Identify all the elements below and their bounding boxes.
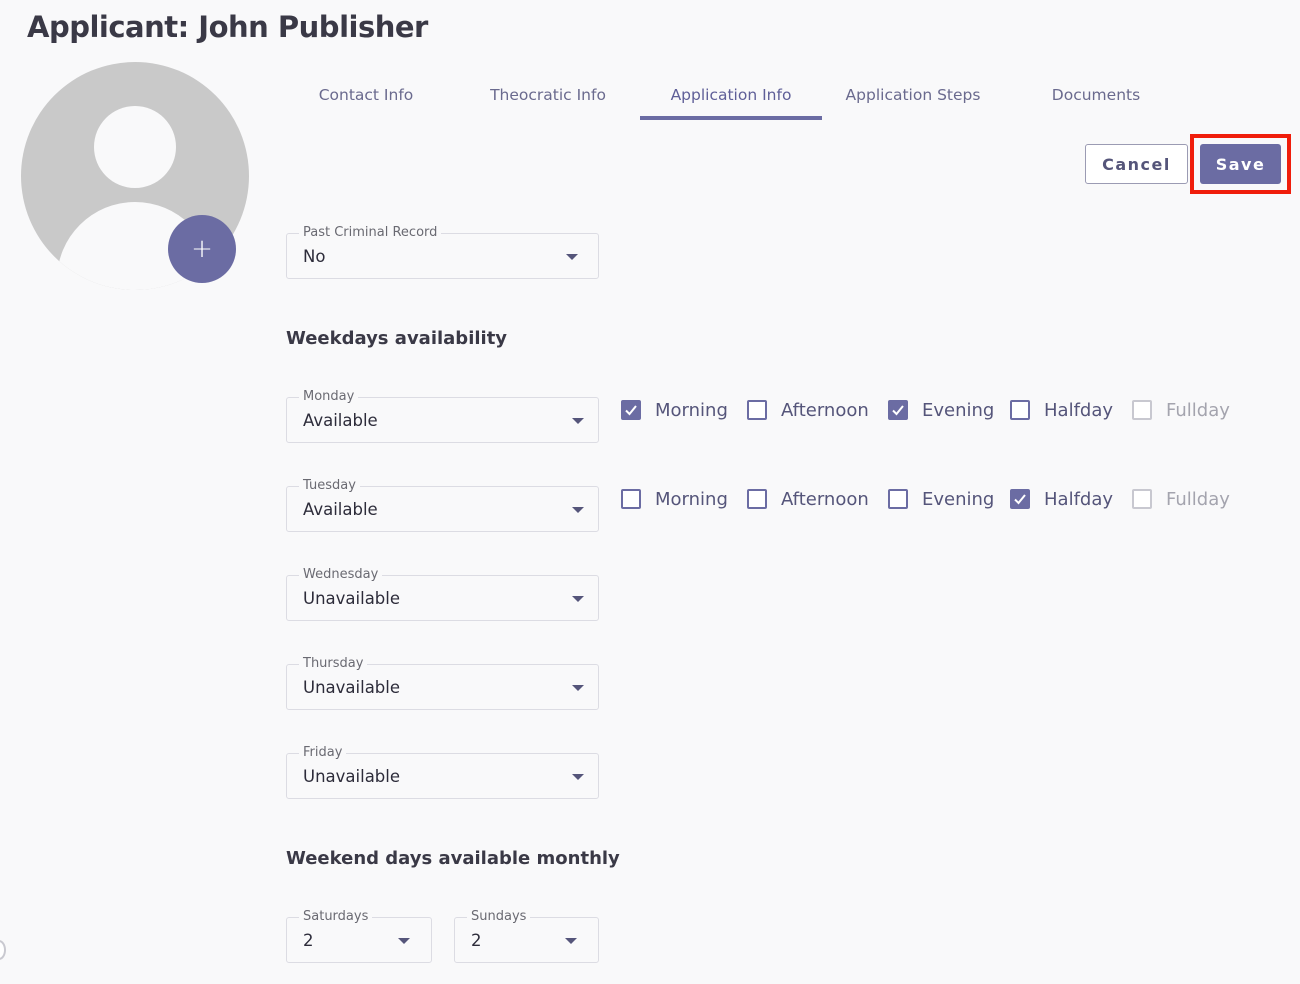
friday-value: Unavailable — [303, 767, 401, 786]
wednesday-label: Wednesday — [299, 567, 383, 583]
scroll-handle[interactable] — [0, 940, 6, 960]
checkbox-unchecked-icon — [1010, 400, 1030, 420]
checkbox-label: Morning — [655, 399, 728, 421]
checkbox-disabled-icon — [1132, 400, 1152, 420]
checkbox-disabled-icon — [1132, 489, 1152, 509]
friday-select[interactable]: Friday Unavailable — [286, 745, 599, 799]
tuesday-afternoon-checkbox[interactable]: Afternoon — [747, 487, 869, 511]
tuesday-halfday-checkbox[interactable]: Halfday — [1010, 487, 1113, 511]
chevron-down-icon — [572, 596, 584, 602]
checkbox-checked-icon — [621, 400, 641, 420]
tuesday-morning-checkbox[interactable]: Morning — [621, 487, 728, 511]
tuesday-evening-checkbox[interactable]: Evening — [888, 487, 994, 511]
wednesday-value: Unavailable — [303, 589, 401, 608]
checkbox-label: Evening — [922, 488, 995, 510]
checkbox-checked-icon — [888, 400, 908, 420]
checkbox-label: Halfday — [1044, 399, 1114, 421]
checkbox-unchecked-icon — [747, 400, 767, 420]
sundays-select[interactable]: Sundays 2 — [454, 909, 599, 963]
save-button[interactable]: Save — [1200, 144, 1281, 184]
tab-documents[interactable]: Documents — [1010, 70, 1182, 120]
monday-morning-checkbox[interactable]: Morning — [621, 398, 728, 422]
weekend-heading: Weekend days available monthly — [286, 848, 620, 869]
weekdays-heading: Weekdays availability — [286, 328, 508, 349]
tab-contact-info[interactable]: Contact Info — [280, 70, 452, 120]
tuesday-label: Tuesday — [299, 478, 360, 494]
tuesday-fullday-checkbox[interactable]: Fullday — [1132, 487, 1230, 511]
checkbox-unchecked-icon — [888, 489, 908, 509]
saturdays-value: 2 — [303, 931, 314, 950]
monday-value: Available — [303, 411, 378, 430]
avatar-head — [94, 106, 176, 188]
add-photo-button[interactable]: + — [168, 215, 236, 283]
monday-select[interactable]: Monday Available — [286, 389, 599, 443]
checkbox-label: Evening — [922, 399, 995, 421]
checkbox-unchecked-icon — [621, 489, 641, 509]
tab-application-info[interactable]: Application Info — [640, 70, 822, 120]
criminal-record-value: No — [303, 247, 326, 266]
sundays-value: 2 — [471, 931, 482, 950]
tuesday-select[interactable]: Tuesday Available — [286, 478, 599, 532]
tuesday-value: Available — [303, 500, 378, 519]
monday-fullday-checkbox[interactable]: Fullday — [1132, 398, 1230, 422]
checkbox-label: Fullday — [1166, 399, 1230, 421]
thursday-value: Unavailable — [303, 678, 401, 697]
checkbox-label: Afternoon — [781, 488, 869, 510]
chevron-down-icon — [572, 685, 584, 691]
sundays-label: Sundays — [467, 909, 531, 925]
chevron-down-icon — [572, 418, 584, 424]
thursday-label: Thursday — [299, 656, 368, 672]
monday-label: Monday — [299, 389, 359, 405]
chevron-down-icon — [566, 254, 578, 260]
checkbox-checked-icon — [1010, 489, 1030, 509]
saturdays-select[interactable]: Saturdays 2 — [286, 909, 432, 963]
friday-label: Friday — [299, 745, 347, 761]
active-tab-indicator — [640, 116, 822, 120]
criminal-record-select[interactable]: Past Criminal Record No — [286, 225, 599, 279]
checkbox-unchecked-icon — [747, 489, 767, 509]
monday-afternoon-checkbox[interactable]: Afternoon — [747, 398, 869, 422]
chevron-down-icon — [565, 938, 577, 944]
chevron-down-icon — [572, 774, 584, 780]
checkbox-label: Fullday — [1166, 488, 1230, 510]
checkbox-label: Afternoon — [781, 399, 869, 421]
checkbox-label: Halfday — [1044, 488, 1114, 510]
cancel-button[interactable]: Cancel — [1085, 144, 1188, 184]
chevron-down-icon — [398, 938, 410, 944]
thursday-select[interactable]: Thursday Unavailable — [286, 656, 599, 710]
monday-halfday-checkbox[interactable]: Halfday — [1010, 398, 1113, 422]
criminal-record-label: Past Criminal Record — [299, 225, 442, 241]
tab-application-steps[interactable]: Application Steps — [826, 70, 1000, 120]
tab-theocratic-info[interactable]: Theocratic Info — [458, 70, 638, 120]
plus-icon: + — [191, 234, 213, 264]
page-title: Applicant: John Publisher — [27, 10, 428, 44]
checkbox-label: Morning — [655, 488, 728, 510]
monday-evening-checkbox[interactable]: Evening — [888, 398, 994, 422]
chevron-down-icon — [572, 507, 584, 513]
saturdays-label: Saturdays — [299, 909, 373, 925]
wednesday-select[interactable]: Wednesday Unavailable — [286, 567, 599, 621]
